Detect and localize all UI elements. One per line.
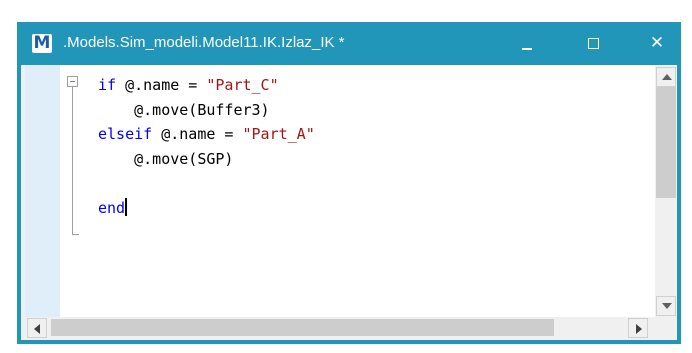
code-text-token: @.move(SGP) xyxy=(98,149,234,168)
scroll-up-arrow-icon xyxy=(662,74,672,80)
minimize-icon xyxy=(522,48,532,50)
scroll-right-button[interactable] xyxy=(628,318,648,338)
scroll-left-button[interactable] xyxy=(27,318,47,338)
code-text[interactable]: if @.name = "Part_C" @.move(Buffer3) else… xyxy=(98,73,315,220)
scroll-left-arrow-icon xyxy=(34,324,40,334)
horizontal-scroll-thumb[interactable] xyxy=(51,319,554,336)
fold-end-marker xyxy=(72,234,79,235)
code-editor[interactable]: if @.name = "Part_C" @.move(Buffer3) else… xyxy=(25,65,656,317)
code-keyword: end xyxy=(98,198,126,217)
code-line[interactable]: @.move(Buffer3) xyxy=(98,98,315,123)
fold-collapse-icon[interactable] xyxy=(67,76,78,87)
scroll-up-button[interactable] xyxy=(656,67,676,87)
scroll-down-arrow-icon xyxy=(662,303,672,309)
code-line[interactable]: @.move(SGP) xyxy=(98,147,315,172)
window-title: .Models.Sim_modeli.Model11.IK.Izlaz_IK * xyxy=(63,34,345,51)
vertical-scrollbar[interactable] xyxy=(655,65,677,317)
code-line[interactable]: if @.name = "Part_C" xyxy=(98,73,315,98)
code-string: "Part_A" xyxy=(242,125,315,143)
app-logo-icon: M xyxy=(32,33,52,53)
scroll-right-arrow-icon xyxy=(636,324,642,334)
scrollbar-corner xyxy=(655,317,677,338)
fold-guide-line xyxy=(72,87,73,235)
editor-gutter xyxy=(25,65,60,317)
title-bar[interactable]: M .Models.Sim_modeli.Model11.IK.Izlaz_IK… xyxy=(17,22,681,65)
editor-window: M .Models.Sim_modeli.Model11.IK.Izlaz_IK… xyxy=(17,22,681,344)
code-string: "Part_C" xyxy=(206,76,279,94)
code-text-token: @.move(Buffer3) xyxy=(98,100,270,119)
minimize-button[interactable] xyxy=(510,30,546,58)
code-text-token: @.name = xyxy=(125,76,207,94)
code-keyword: elseif xyxy=(98,125,162,143)
close-button[interactable]: ✕ xyxy=(639,30,675,58)
code-line[interactable] xyxy=(98,171,315,196)
maximize-icon xyxy=(588,38,599,49)
code-line[interactable]: elseif @.name = "Part_A" xyxy=(98,122,315,147)
editor-client-area: if @.name = "Part_C" @.move(Buffer3) else… xyxy=(21,65,677,340)
app-logo-letter: M xyxy=(33,33,51,53)
close-icon: ✕ xyxy=(649,33,665,53)
vertical-scroll-thumb[interactable] xyxy=(656,87,676,198)
horizontal-scrollbar[interactable] xyxy=(25,317,655,338)
maximize-button[interactable] xyxy=(577,30,613,58)
code-keyword: if xyxy=(98,76,126,94)
text-caret xyxy=(125,197,128,216)
code-text-token: @.name = xyxy=(161,125,243,143)
code-line[interactable]: end xyxy=(98,196,315,221)
scroll-down-button[interactable] xyxy=(656,296,676,316)
